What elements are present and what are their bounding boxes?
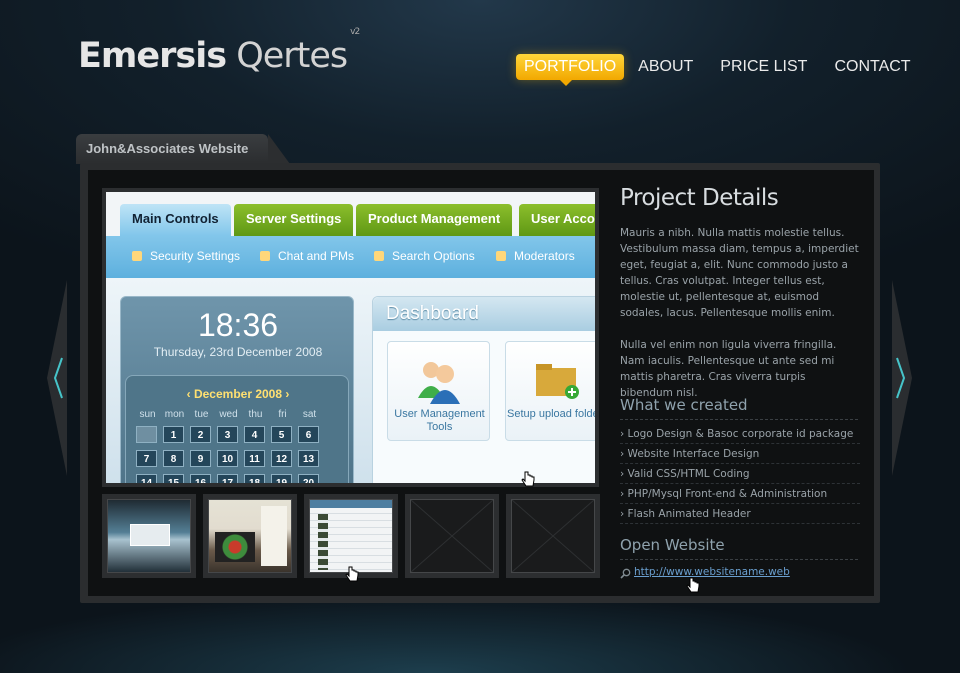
created-list-item: Valid CSS/HTML Coding: [620, 464, 860, 484]
hand-cursor-icon: [686, 577, 700, 593]
folder-icon: [536, 364, 579, 399]
preview-subnav-item: Security Settings: [132, 249, 240, 263]
created-list-item: Website Interface Design: [620, 444, 860, 464]
project-details-title: Project Details: [620, 185, 779, 211]
project-title: John&Associates Website: [86, 141, 249, 156]
next-project-arrow[interactable]: [892, 280, 912, 476]
main-nav: PORTFOLIO ABOUT PRICE LIST CONTACT: [516, 54, 938, 86]
preview-subnav-item: Search Options: [374, 249, 475, 263]
preview-subnav-item: Chat and PMs: [260, 249, 354, 263]
preview-tab: Main Controls: [120, 204, 231, 238]
chevron-left-icon: [47, 280, 67, 476]
preview-subnav-item: Moderators: [496, 249, 575, 263]
preview-calendar-month: ‹ December 2008 ›: [186, 387, 290, 401]
preview-card-label: User Management Tools: [394, 408, 485, 433]
created-list-item: PHP/Mysql Front-end & Administration: [620, 484, 860, 504]
nav-about[interactable]: ABOUT: [638, 58, 693, 76]
preview-card-upload: Setup upload folders: [505, 341, 595, 441]
website-link[interactable]: http://www.websitename.web: [620, 566, 790, 578]
preview-calendar: ‹ December 2008 › sun mon tue wed thu fri sat …: [125, 375, 349, 483]
nav-portfolio[interactable]: PORTFOLIO: [516, 54, 625, 86]
project-description-1: Mauris a nibh. Nulla mattis molestie tel…: [620, 227, 859, 319]
preview-dashboard: Dashboard User Management Tools Setup up…: [372, 296, 595, 483]
preview-tab: Product Management: [356, 204, 513, 238]
preview-time: 18:36: [197, 307, 279, 343]
preview-calendar-weekdays: sun mon tue wed thu fri sat: [139, 409, 317, 420]
preview-calendar-grid: 123456 78910111213 14151617181920: [136, 426, 325, 483]
users-icon: [418, 362, 460, 404]
prev-project-arrow[interactable]: [47, 280, 67, 476]
created-list-item: Flash Animated Header: [620, 504, 860, 524]
preview-card-users: User Management Tools: [387, 341, 490, 441]
project-preview-image[interactable]: Main Controls Server Settings Product Ma…: [106, 192, 595, 483]
project-description-2: Nulla vel enim non ligula viverra fringi…: [620, 339, 837, 399]
project-thumbnail-empty[interactable]: [506, 494, 600, 578]
project-thumbnail[interactable]: [102, 494, 196, 578]
chevron-right-icon: [892, 280, 912, 476]
created-list: Logo Design & Basoc corporate id package…: [620, 424, 860, 524]
created-list-item: Logo Design & Basoc corporate id package: [620, 424, 860, 444]
project-tab: John&Associates Website: [76, 134, 290, 164]
empty-placeholder-icon: [411, 500, 493, 572]
hand-cursor-icon: [345, 566, 359, 582]
project-thumbnail-empty[interactable]: [405, 494, 499, 578]
preview-tab: Server Settings: [234, 204, 354, 238]
what-we-created-title: What we created: [620, 396, 858, 420]
preview-subnav: Security Settings Chat and PMs Search Op…: [106, 236, 595, 278]
preview-dashboard-title: Dashboard: [373, 297, 595, 331]
preview-date: Thursday, 23rd December 2008: [153, 345, 323, 359]
project-thumbnail[interactable]: [203, 494, 297, 578]
nav-price-list[interactable]: PRICE LIST: [720, 58, 807, 76]
open-website-title: Open Website: [620, 536, 858, 560]
preview-card-label: Setup upload folders: [507, 408, 595, 420]
nav-contact[interactable]: CONTACT: [834, 58, 910, 76]
preview-clock-widget: 18:36 Thursday, 23rd December 2008 ‹ Dec…: [120, 296, 354, 483]
preview-tab: User Acco: [519, 204, 595, 238]
site-logo[interactable]: Emersis Qertesv2: [78, 27, 360, 76]
empty-placeholder-icon: [512, 500, 594, 572]
project-preview-frame: Main Controls Server Settings Product Ma…: [102, 188, 599, 487]
hand-cursor-icon: [521, 471, 535, 487]
